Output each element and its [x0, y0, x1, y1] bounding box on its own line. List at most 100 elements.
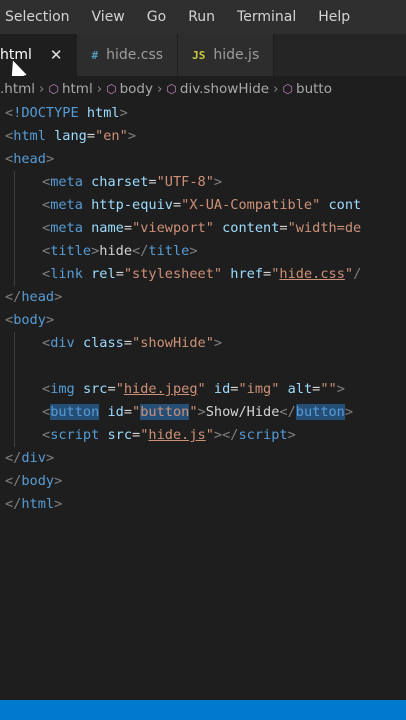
code-token: link [50, 266, 83, 282]
code-token: head [13, 151, 46, 167]
code-token: html [86, 105, 120, 121]
code-token: meta [50, 220, 83, 236]
breadcrumb-html[interactable]: html [62, 81, 93, 97]
element-icon: ⬡ [166, 82, 177, 96]
code-token: name [91, 220, 124, 236]
editor-tab-bar: html ✕ # hide.css JS hide.js [0, 34, 406, 76]
code-token: src [82, 381, 108, 397]
code-token: "viewport" [132, 220, 214, 236]
code-token: "img" [238, 381, 280, 397]
code-token: body [21, 473, 55, 489]
code-token: div [50, 335, 75, 351]
menu-selection[interactable]: Selection [5, 9, 70, 25]
code-token: id [213, 381, 231, 397]
close-icon[interactable]: ✕ [50, 46, 63, 64]
css-file-icon: # [91, 48, 99, 62]
code-token: "en" [95, 128, 128, 144]
tab-label: hide.js [213, 47, 260, 63]
code-token: button [140, 404, 190, 420]
code-link[interactable]: hide.js [148, 427, 205, 443]
code-token: href [230, 266, 264, 282]
code-token: src [107, 427, 133, 443]
code-token: "width=de [287, 220, 362, 236]
code-token: script [238, 427, 288, 443]
code-token: " [115, 381, 124, 397]
code-editor[interactable]: <!DOCTYPE html> <html lang="en"> <head> … [0, 102, 406, 700]
code-line: <html lang="en"> [5, 128, 136, 144]
element-icon: ⬡ [106, 82, 117, 96]
js-file-icon: JS [192, 48, 206, 62]
code-link[interactable]: hide.css [279, 266, 344, 282]
code-line: </html> [5, 496, 63, 512]
chevron-right-icon: › [156, 81, 163, 97]
menu-terminal[interactable]: Terminal [237, 9, 296, 25]
code-token: " [205, 427, 214, 443]
code-token: " [197, 381, 206, 397]
code-token: meta [50, 174, 83, 190]
code-line: <button id="button">Show/Hide</button> [42, 404, 354, 420]
code-token: rel [91, 266, 116, 282]
code-token: Show/Hide [205, 404, 280, 420]
code-token: lang [54, 128, 87, 144]
menu-help[interactable]: Help [318, 9, 350, 25]
code-token: meta [50, 197, 83, 213]
code-token: content [222, 220, 280, 236]
code-token: html [21, 496, 55, 512]
code-token: !DOCTYPE [13, 105, 79, 121]
code-token: img [50, 381, 75, 397]
breadcrumb-button[interactable]: butto [296, 81, 332, 97]
tab-hide-css[interactable]: # hide.css [77, 34, 179, 76]
breadcrumb-file[interactable]: .html [0, 81, 35, 97]
code-line: <meta name="viewport" content="width=de [42, 220, 362, 236]
chevron-right-icon: › [39, 81, 45, 97]
element-icon: ⬡ [282, 82, 293, 96]
element-icon: ⬡ [48, 82, 59, 96]
tab-hide-js[interactable]: JS hide.js [178, 34, 275, 76]
code-token: charset [91, 174, 149, 190]
code-line: <div class="showHide"> [42, 335, 223, 351]
code-line: <head> [5, 151, 55, 167]
code-token: " [189, 404, 198, 420]
breadcrumb: .html › ⬡ html › ⬡ body › ⬡ div.showHide… [0, 76, 406, 102]
code-token: id [107, 404, 124, 420]
breadcrumb-body[interactable]: body [120, 81, 153, 97]
code-token: alt [287, 381, 313, 397]
code-token: " [132, 404, 141, 420]
code-token: title [148, 243, 190, 259]
code-token: "stylesheet" [123, 266, 223, 282]
code-token: html [13, 128, 46, 144]
code-token: head [21, 289, 55, 305]
code-token: button [50, 404, 100, 420]
code-line: </head> [5, 289, 63, 305]
code-token: "X-UA-Compatible" [181, 197, 321, 213]
indent-guide [14, 332, 15, 447]
code-link[interactable]: hide.jpeg [124, 381, 198, 397]
code-token: hide [99, 243, 133, 259]
chevron-right-icon: › [96, 81, 103, 97]
status-bar [0, 700, 406, 720]
chevron-right-icon: › [273, 81, 279, 97]
code-line: <meta http-equiv="X-UA-Compatible" cont [42, 197, 362, 213]
code-line: <meta charset="UTF-8"> [42, 174, 223, 190]
menu-run[interactable]: Run [188, 9, 215, 25]
code-line: <!DOCTYPE html> [5, 105, 128, 121]
code-token: body [13, 312, 46, 328]
menu-view[interactable]: View [92, 9, 125, 25]
tab-label: hide.css [106, 47, 164, 63]
code-token: cont [328, 197, 362, 213]
breadcrumb-div[interactable]: div.showHide [180, 81, 269, 97]
code-line: <link rel="stylesheet" href="hide.css"/ [42, 266, 362, 282]
code-token: div [21, 450, 46, 466]
code-line: <img src="hide.jpeg" id="img" alt=""> [42, 381, 345, 397]
menu-go[interactable]: Go [147, 9, 166, 25]
code-token: "" [320, 381, 337, 397]
code-token: script [50, 427, 100, 443]
code-line: <title>hide</title> [42, 243, 198, 259]
code-line: <script src="hide.js"></script> [42, 427, 296, 443]
indent-guide [14, 171, 15, 286]
code-token: "showHide" [132, 335, 214, 351]
menu-bar: Selection View Go Run Terminal Help [0, 0, 406, 34]
code-token: class [82, 335, 124, 351]
code-token: button [295, 404, 345, 420]
